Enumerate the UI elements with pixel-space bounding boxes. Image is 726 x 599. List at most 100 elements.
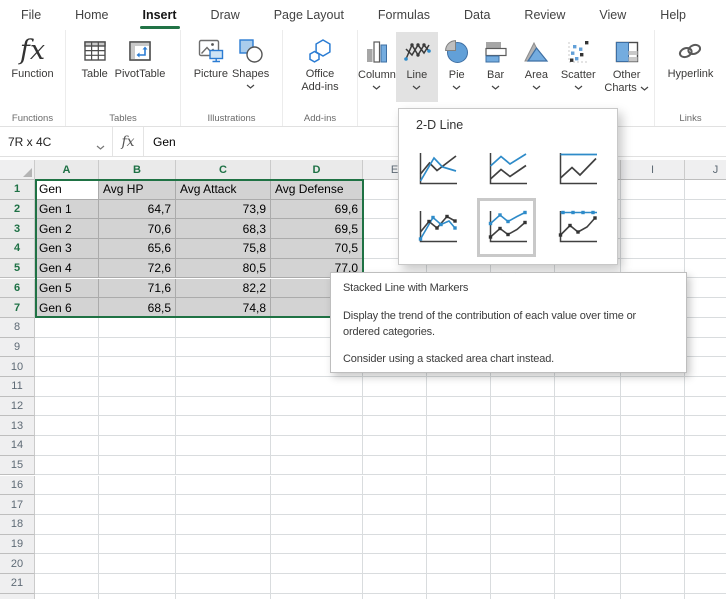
cell-D13[interactable] <box>271 416 363 436</box>
cell-J19[interactable] <box>685 535 726 555</box>
cell-J17[interactable] <box>685 495 726 515</box>
cell-B11[interactable] <box>99 377 176 397</box>
cell-D1[interactable]: Avg Defense <box>271 180 363 200</box>
cell-B9[interactable] <box>99 338 176 358</box>
cell-D2[interactable]: 69,6 <box>271 200 363 220</box>
cell-C20[interactable] <box>176 554 271 574</box>
picture-button[interactable]: Picture <box>194 30 228 110</box>
cell-D3[interactable]: 69,5 <box>271 219 363 239</box>
menu-help[interactable]: Help <box>643 0 703 30</box>
cell-C10[interactable] <box>176 357 271 377</box>
cell-B4[interactable]: 65,6 <box>99 239 176 259</box>
menu-formulas[interactable]: Formulas <box>361 0 447 30</box>
cell-C17[interactable] <box>176 495 271 515</box>
chevron-down-icon[interactable] <box>96 145 105 150</box>
cell-J21[interactable] <box>685 574 726 594</box>
row-header-16[interactable]: 16 <box>0 476 35 496</box>
menu-home[interactable]: Home <box>58 0 125 30</box>
cell-A3[interactable]: Gen 2 <box>35 219 99 239</box>
row-header-17[interactable]: 17 <box>0 495 35 515</box>
row-header-11[interactable]: 11 <box>0 377 35 397</box>
cell-J8[interactable] <box>685 318 726 338</box>
cell-A14[interactable] <box>35 436 99 456</box>
cell-I16[interactable] <box>621 476 685 496</box>
cell-G15[interactable] <box>491 456 555 476</box>
cell-F20[interactable] <box>427 554 491 574</box>
column-chart-button[interactable]: Column <box>358 32 396 102</box>
cell-A19[interactable] <box>35 535 99 555</box>
cell-F13[interactable] <box>427 416 491 436</box>
line-chart-icon[interactable] <box>414 147 459 192</box>
cell-G11[interactable] <box>491 377 555 397</box>
cell-E20[interactable] <box>363 554 427 574</box>
cell-G16[interactable] <box>491 476 555 496</box>
column-header-A[interactable]: A <box>35 160 99 180</box>
row-header-15[interactable]: 15 <box>0 456 35 476</box>
cell-E12[interactable] <box>363 397 427 417</box>
cell-C1[interactable]: Avg Attack <box>176 180 271 200</box>
cell-J3[interactable] <box>685 219 726 239</box>
cell-A15[interactable] <box>35 456 99 476</box>
row-header-6[interactable]: 6 <box>0 279 35 299</box>
column-header-C[interactable]: C <box>176 160 271 180</box>
cell-G22[interactable] <box>491 594 555 599</box>
cell-B14[interactable] <box>99 436 176 456</box>
cell-A22[interactable] <box>35 594 99 599</box>
cell-B19[interactable] <box>99 535 176 555</box>
cell-A8[interactable] <box>35 318 99 338</box>
cell-B20[interactable] <box>99 554 176 574</box>
cell-B22[interactable] <box>99 594 176 599</box>
cell-I19[interactable] <box>621 535 685 555</box>
cell-A9[interactable] <box>35 338 99 358</box>
cell-I12[interactable] <box>621 397 685 417</box>
cell-A18[interactable] <box>35 515 99 535</box>
cell-H21[interactable] <box>555 574 621 594</box>
row-header-20[interactable]: 20 <box>0 554 35 574</box>
cell-D22[interactable] <box>271 594 363 599</box>
cell-I17[interactable] <box>621 495 685 515</box>
cell-F18[interactable] <box>427 515 491 535</box>
row-header-5[interactable]: 5 <box>0 259 35 279</box>
cell-E18[interactable] <box>363 515 427 535</box>
row-header-9[interactable]: 9 <box>0 338 35 358</box>
cell-A17[interactable] <box>35 495 99 515</box>
cell-B7[interactable]: 68,5 <box>99 298 176 318</box>
row-header-14[interactable]: 14 <box>0 436 35 456</box>
cell-D17[interactable] <box>271 495 363 515</box>
cell-J13[interactable] <box>685 416 726 436</box>
row-header-partial[interactable] <box>0 594 35 599</box>
row-header-3[interactable]: 3 <box>0 219 35 239</box>
cell-H16[interactable] <box>555 476 621 496</box>
cell-J12[interactable] <box>685 397 726 417</box>
cell-H13[interactable] <box>555 416 621 436</box>
cell-I18[interactable] <box>621 515 685 535</box>
cell-B12[interactable] <box>99 397 176 417</box>
select-all-corner[interactable] <box>0 160 35 180</box>
cell-D4[interactable]: 70,5 <box>271 239 363 259</box>
cell-B6[interactable]: 71,6 <box>99 279 176 299</box>
cell-J10[interactable] <box>685 357 726 377</box>
cell-C8[interactable] <box>176 318 271 338</box>
cell-H18[interactable] <box>555 515 621 535</box>
column-header-J[interactable]: J <box>685 160 726 180</box>
cell-H19[interactable] <box>555 535 621 555</box>
hyperlink-button[interactable]: Hyperlink <box>668 30 714 110</box>
cell-I1[interactable] <box>621 180 685 200</box>
pie-chart-button[interactable]: Pie <box>438 32 476 102</box>
line-chart-button[interactable]: Line <box>396 32 438 102</box>
cell-G12[interactable] <box>491 397 555 417</box>
cell-H14[interactable] <box>555 436 621 456</box>
cell-H20[interactable] <box>555 554 621 574</box>
cell-D12[interactable] <box>271 397 363 417</box>
row-header-2[interactable]: 2 <box>0 200 35 220</box>
cell-E17[interactable] <box>363 495 427 515</box>
cell-B10[interactable] <box>99 357 176 377</box>
cell-C21[interactable] <box>176 574 271 594</box>
menu-view[interactable]: View <box>582 0 643 30</box>
cell-C18[interactable] <box>176 515 271 535</box>
cell-F17[interactable] <box>427 495 491 515</box>
column-header-D[interactable]: D <box>271 160 363 180</box>
menu-data[interactable]: Data <box>447 0 507 30</box>
menu-page-layout[interactable]: Page Layout <box>257 0 361 30</box>
cell-B15[interactable] <box>99 456 176 476</box>
